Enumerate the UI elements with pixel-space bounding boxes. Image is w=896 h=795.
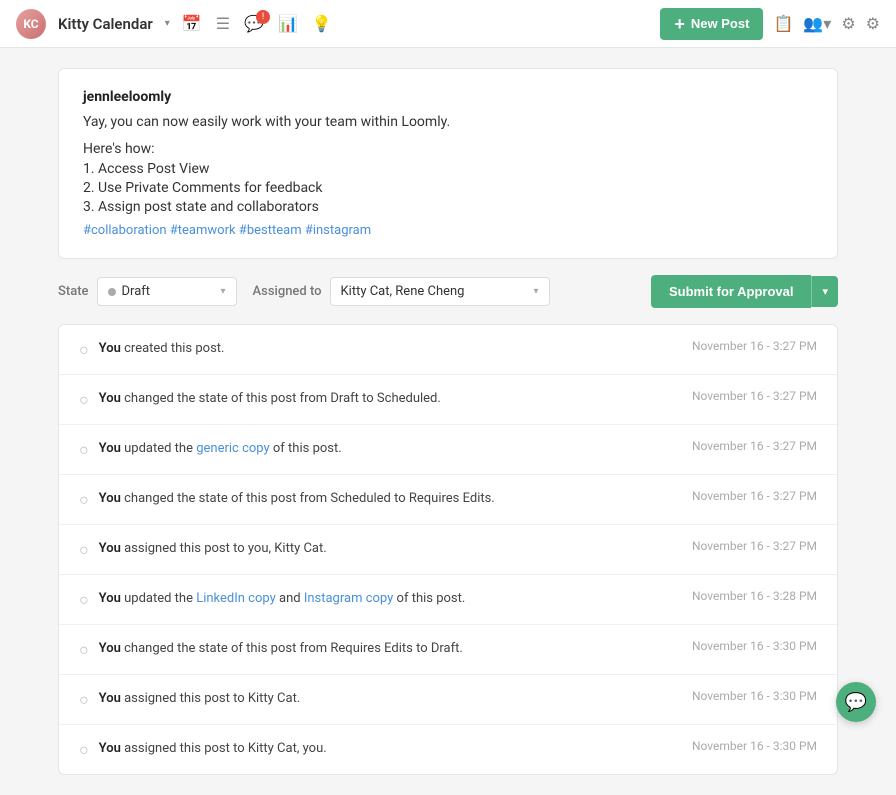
post-username: jennleeloomly (83, 89, 813, 105)
activity-circle-icon: ○ (79, 590, 89, 610)
activity-circle-icon: ○ (79, 740, 89, 760)
state-value: Draft (122, 284, 151, 299)
activity-item: ○ You assigned this post to you, Kitty C… (59, 525, 837, 575)
activity-text-2: You changed the state of this post from … (99, 389, 682, 409)
activity-circle-icon: ○ (79, 440, 89, 460)
activity-text-7: You changed the state of this post from … (99, 639, 682, 659)
assigned-group: Assigned to Kitty Cat, Rene Cheng ▾ (253, 277, 550, 306)
nav-right: New Post 📋 👥▾ ⚙ ⚙ (660, 8, 880, 40)
state-bar: State Draft ▾ Assigned to Kitty Cat, Ren… (58, 275, 838, 308)
activity-time-6: November 16 - 3:28 PM (692, 589, 817, 603)
post-step-1: 1. Access Post View (83, 161, 813, 177)
linkedin-copy-link[interactable]: LinkedIn copy (196, 591, 276, 606)
post-how-label: Here's how: (83, 141, 813, 157)
bulb-icon[interactable]: 💡 (312, 14, 332, 33)
generic-copy-link[interactable]: generic copy (196, 441, 269, 456)
activity-time-7: November 16 - 3:30 PM (692, 639, 817, 653)
post-preview-card: jennleeloomly Yay, you can now easily wo… (58, 68, 838, 259)
activity-time-4: November 16 - 3:27 PM (692, 489, 817, 503)
activity-text-1: You created this post. (99, 339, 682, 359)
activity-circle-icon: ○ (79, 490, 89, 510)
assigned-select[interactable]: Kitty Cat, Rene Cheng ▾ (330, 277, 550, 306)
activity-item: ○ You updated the generic copy of this p… (59, 425, 837, 475)
post-steps: 1. Access Post View 2. Use Private Comme… (83, 161, 813, 215)
activity-time-5: November 16 - 3:27 PM (692, 539, 817, 553)
settings-icon[interactable]: ⚙ (841, 14, 855, 33)
nav-left: KC Kitty Calendar ▾ 📅 ☰ 💬 ! 📊 💡 (16, 9, 332, 39)
state-dot (108, 288, 116, 296)
activity-item: ○ You created this post. November 16 - 3… (59, 325, 837, 375)
activity-time-3: November 16 - 3:27 PM (692, 439, 817, 453)
assigned-value: Kitty Cat, Rene Cheng (341, 284, 465, 299)
activity-circle-icon: ○ (79, 640, 89, 660)
activity-item: ○ You assigned this post to Kitty Cat. N… (59, 675, 837, 725)
assigned-label: Assigned to (253, 284, 322, 299)
post-body-text: Yay, you can now easily work with your t… (83, 111, 813, 133)
submit-for-approval-button[interactable]: Submit for Approval (651, 275, 811, 308)
post-step-3: 3. Assign post state and collaborators (83, 199, 813, 215)
assigned-chevron-icon: ▾ (533, 286, 538, 297)
copy-icon[interactable]: 📋 (773, 14, 793, 33)
activity-time-8: November 16 - 3:30 PM (692, 689, 817, 703)
chat-bubble-button[interactable]: 💬 (836, 682, 876, 722)
activity-circle-icon: ○ (79, 690, 89, 710)
chart-icon[interactable]: 📊 (278, 14, 298, 33)
top-nav: KC Kitty Calendar ▾ 📅 ☰ 💬 ! 📊 💡 New Post… (0, 0, 896, 48)
activity-time-1: November 16 - 3:27 PM (692, 339, 817, 353)
main-content: jennleeloomly Yay, you can now easily wo… (18, 48, 878, 795)
list-icon[interactable]: ☰ (216, 14, 230, 33)
post-hashtags: #collaboration #teamwork #bestteam #inst… (83, 223, 813, 238)
activity-text-4: You changed the state of this post from … (99, 489, 682, 509)
activity-text-5: You assigned this post to you, Kitty Cat… (99, 539, 682, 559)
activity-text-8: You assigned this post to Kitty Cat. (99, 689, 682, 709)
brand-name: Kitty Calendar (58, 15, 153, 33)
avatar: KC (16, 9, 46, 39)
state-group: State Draft ▾ (58, 277, 237, 306)
instagram-copy-link[interactable]: Instagram copy (304, 591, 394, 606)
activity-time-9: November 16 - 3:30 PM (692, 739, 817, 753)
activity-circle-icon: ○ (79, 340, 89, 360)
activity-log: ○ You created this post. November 16 - 3… (58, 324, 838, 775)
activity-item: ○ You changed the state of this post fro… (59, 475, 837, 525)
post-step-2: 2. Use Private Comments for feedback (83, 180, 813, 196)
nav-icons: 📅 ☰ 💬 ! 📊 💡 (182, 14, 332, 33)
comment-icon[interactable]: 💬 ! (244, 14, 264, 33)
state-select[interactable]: Draft ▾ (97, 277, 237, 306)
submit-dropdown-button[interactable]: ▾ (811, 276, 838, 307)
activity-text-9: You assigned this post to Kitty Cat, you… (99, 739, 682, 759)
brand-dropdown-icon[interactable]: ▾ (165, 18, 170, 29)
calendar-icon[interactable]: 📅 (182, 14, 202, 33)
comment-badge: ! (256, 10, 270, 24)
gear-icon[interactable]: ⚙ (866, 14, 880, 33)
chat-icon: 💬 (845, 692, 867, 713)
submit-group: Submit for Approval ▾ (651, 275, 838, 308)
activity-text-6: You updated the LinkedIn copy and Instag… (99, 589, 682, 609)
activity-item: ○ You changed the state of this post fro… (59, 625, 837, 675)
team-icon[interactable]: 👥▾ (803, 14, 831, 33)
state-label: State (58, 284, 89, 299)
activity-time-2: November 16 - 3:27 PM (692, 389, 817, 403)
activity-item: ○ You changed the state of this post fro… (59, 375, 837, 425)
new-post-button[interactable]: New Post (660, 8, 763, 40)
activity-circle-icon: ○ (79, 540, 89, 560)
state-chevron-icon: ▾ (220, 286, 225, 297)
activity-text-3: You updated the generic copy of this pos… (99, 439, 682, 459)
activity-item: ○ You assigned this post to Kitty Cat, y… (59, 725, 837, 774)
activity-circle-icon: ○ (79, 390, 89, 410)
activity-item: ○ You updated the LinkedIn copy and Inst… (59, 575, 837, 625)
